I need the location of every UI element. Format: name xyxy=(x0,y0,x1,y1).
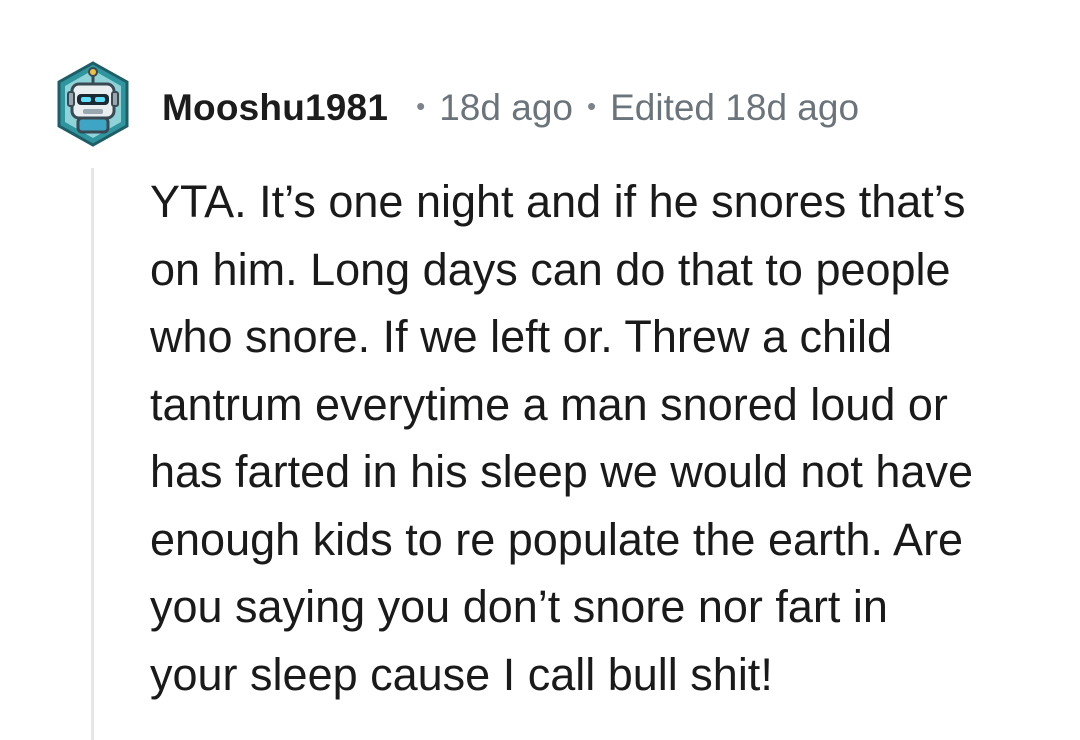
timestamp: 18d ago xyxy=(439,87,573,128)
comment-body-line: who snore. If we left or. Threw a child xyxy=(150,311,893,362)
comment-body: YTA. It’s one night and if he snores tha… xyxy=(150,168,1050,708)
separator-dot: • xyxy=(586,90,597,121)
comment-body-line: enough kids to re populate the earth. Ar… xyxy=(150,513,964,565)
thread-line[interactable] xyxy=(91,168,94,740)
comment-body-line: has farted in his sleep we would not hav… xyxy=(150,446,974,497)
comment: Mooshu1981 • 18d ago • Edited 18d ago YT… xyxy=(0,0,1080,740)
robot-avatar-icon xyxy=(57,61,129,147)
comment-body-line: on him. Long days can do that to people xyxy=(150,243,951,295)
comment-header: Mooshu1981 • 18d ago • Edited 18d ago xyxy=(162,84,859,132)
comment-body-line: YTA. It’s one night and if he snores tha… xyxy=(150,176,966,227)
username-link[interactable]: Mooshu1981 xyxy=(162,87,388,129)
separator-dot: • xyxy=(416,90,426,121)
comment-body-line: tantrum everytime a man snored loud or xyxy=(150,378,948,430)
edited-label: Edited 18d ago xyxy=(610,87,860,128)
comment-body-line: your sleep cause I call bull shit! xyxy=(150,648,773,700)
user-avatar[interactable] xyxy=(56,60,130,148)
comment-body-line: you saying you don’t snore nor fart in xyxy=(150,581,888,632)
